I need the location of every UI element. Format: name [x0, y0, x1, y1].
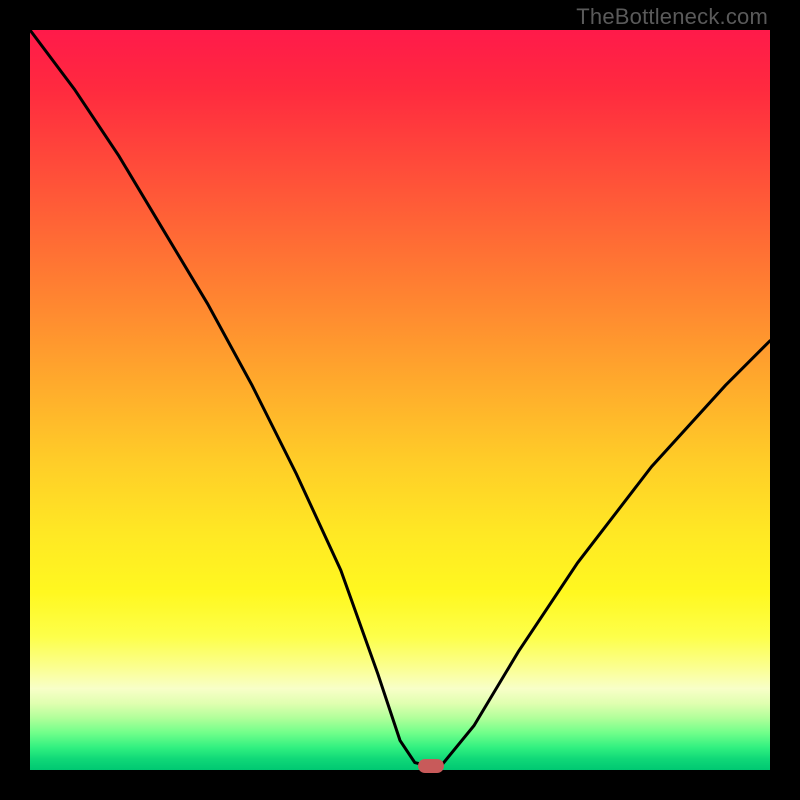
heat-gradient-background — [30, 30, 770, 770]
chart-frame: TheBottleneck.com — [0, 0, 800, 800]
watermark-text: TheBottleneck.com — [576, 4, 768, 30]
optimum-marker — [418, 759, 444, 773]
plot-area — [30, 30, 770, 770]
